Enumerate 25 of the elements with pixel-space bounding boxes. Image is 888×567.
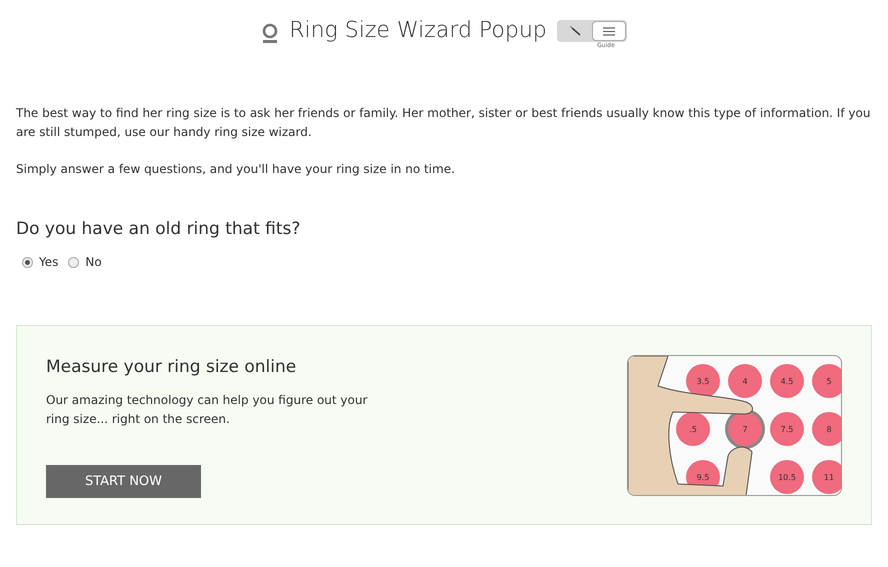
list-icon xyxy=(602,26,615,36)
ring-size-dot: 11 xyxy=(812,460,841,494)
ring-size-dot: 7.5 xyxy=(770,412,804,446)
intro-paragraph: The best way to find her ring size is to ask her friends or family. Her mother, sister or best friends usually know this type of information. If you are still stumped, use our handy ring size wizard. xyxy=(16,105,872,141)
radio-button[interactable] xyxy=(68,256,80,268)
radio-button[interactable] xyxy=(22,256,33,268)
ring-size-dot: 4.5 xyxy=(770,364,804,398)
question-heading: Do you have an old ring that fits? xyxy=(16,219,302,239)
start-button[interactable]: START NOW xyxy=(46,465,201,498)
card-heading: Measure your ring size online xyxy=(46,357,298,377)
card-text: Our amazing technology can help you figure out your ring size... right on the screen. xyxy=(46,392,368,428)
list-view-button[interactable] xyxy=(592,21,626,41)
radio-label[interactable]: Yes xyxy=(39,255,58,269)
ring-icon xyxy=(261,23,280,45)
page-title: Ring Size Wizard Popup xyxy=(289,18,547,43)
ring-size-dot: 7 xyxy=(728,412,762,446)
wand-icon xyxy=(568,25,582,37)
ring-size-dot: 4 xyxy=(728,364,762,398)
ring-size-dot: 10.5 xyxy=(770,460,804,494)
intro-paragraph: Simply answer a few questions, and you'll have your ring size in no time. xyxy=(16,161,456,178)
ring-size-dot: .5 xyxy=(676,412,710,446)
ring-size-dot: 5 xyxy=(812,364,841,398)
ring-size-dot: 3.5 xyxy=(686,364,720,398)
ring-size-dot: 8 xyxy=(812,412,841,446)
radio-label[interactable]: No xyxy=(85,255,102,269)
